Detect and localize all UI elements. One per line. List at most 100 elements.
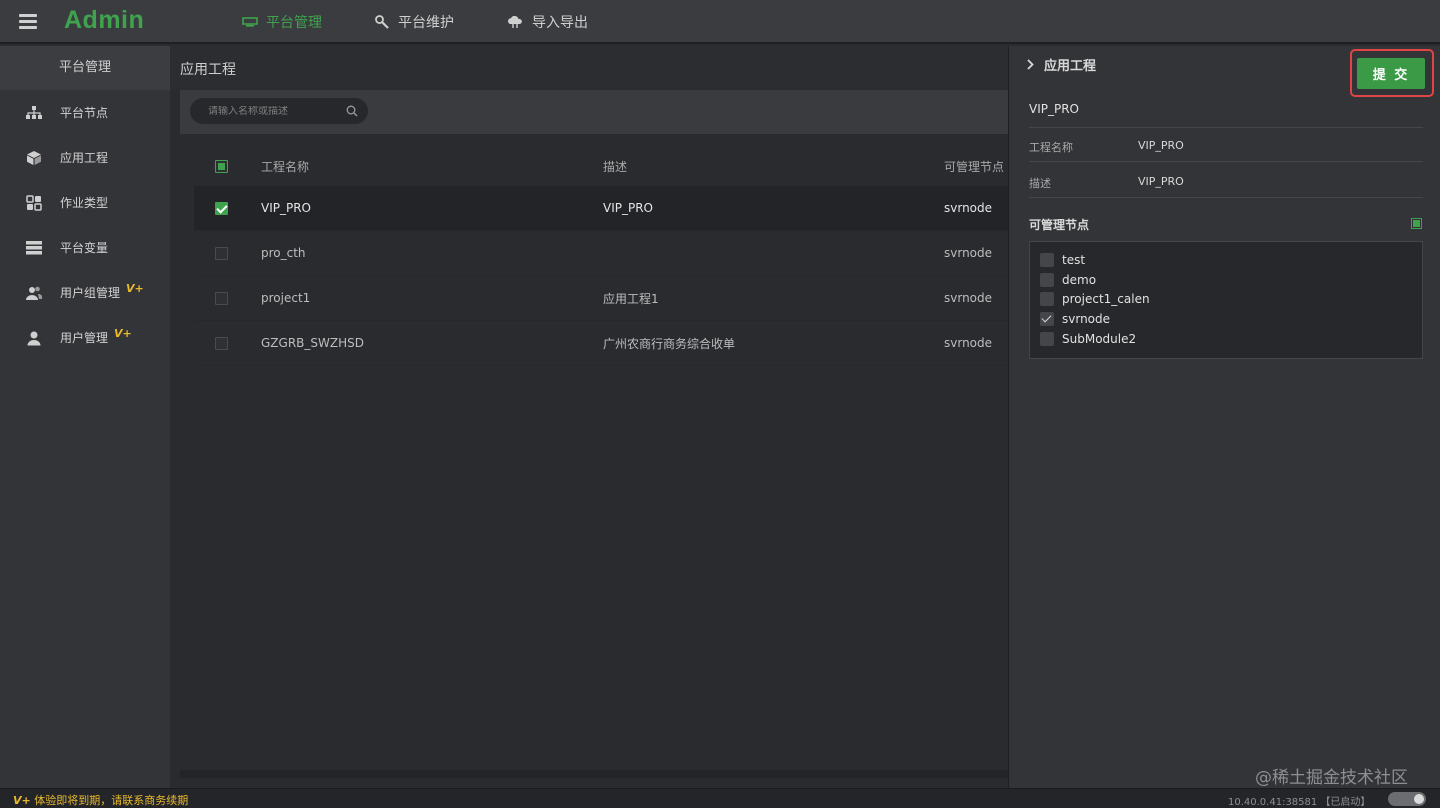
chevron-right-icon[interactable] — [1027, 59, 1034, 70]
main-title-bar: 应用工程 — [170, 46, 1008, 90]
horizontal-scrollbar[interactable] — [180, 770, 1008, 778]
node-checkbox[interactable] — [1040, 272, 1054, 287]
table-header: 工程名称 描述 可管理节点 — [194, 146, 1008, 186]
app-logo: Admin — [64, 6, 145, 34]
column-header-desc[interactable]: 描述 — [590, 158, 932, 175]
topnav-label: 平台维护 — [398, 15, 454, 31]
topnav-label: 导入导出 — [532, 15, 588, 31]
server-stack-icon — [26, 240, 42, 254]
topnav-platform-maintenance[interactable]: 平台维护 — [374, 0, 454, 44]
sidebar-header: 平台管理 — [0, 46, 170, 90]
column-header-name[interactable]: 工程名称 — [248, 158, 590, 175]
row-name: GZGRB_SWZHSD — [261, 336, 364, 350]
row-node: svrnode — [944, 201, 993, 215]
sidebar-item-users[interactable]: 用户管理 V+ — [0, 315, 170, 360]
row-node: svrnode — [944, 246, 993, 260]
sidebar-item-platform-variables[interactable]: 平台变量 — [0, 225, 170, 270]
select-all-checkbox[interactable] — [214, 159, 228, 173]
sidebar-item-job-types[interactable]: 作业类型 — [0, 180, 170, 225]
expiry-warning: V+ 体验即将到期，请联系商务续期 — [13, 792, 188, 808]
page-title: 应用工程 — [180, 62, 236, 78]
table-row[interactable]: GZGRB_SWZHSD 广州农商行商务综合收单 svrnode — [194, 321, 1008, 366]
projects-table: 工程名称 描述 可管理节点 VIP_PRO VIP_PRO svrnode pr… — [194, 146, 1008, 366]
sidebar-item-label: 用户管理 — [60, 331, 109, 345]
row-name: pro_cth — [261, 246, 306, 260]
panel-project-name: VIP_PRO — [1029, 102, 1080, 116]
main-content: 应用工程 工程名称 描述 可管理节点 VIP_PRO VIP_PRO svrno… — [170, 46, 1008, 788]
row-checkbox[interactable] — [214, 336, 228, 350]
node-option-svrnode[interactable]: svrnode — [1030, 309, 1422, 329]
sidebar-item-label: 应用工程 — [60, 151, 109, 165]
node-label: svrnode — [1062, 312, 1111, 327]
sidebar-item-app-projects[interactable]: 应用工程 — [0, 135, 170, 180]
row-checkbox[interactable] — [214, 201, 228, 215]
server-address: 10.40.0.41:38581 【已启动】 — [1228, 797, 1371, 808]
node-checkbox[interactable] — [1040, 292, 1054, 307]
node-tree-icon — [26, 105, 42, 119]
user-icon — [27, 331, 41, 345]
search-input[interactable] — [208, 105, 338, 117]
vplus-badge: V+ — [13, 794, 31, 807]
panel-header[interactable]: 应用工程 — [1027, 55, 1096, 74]
row-desc: VIP_PRO — [603, 201, 654, 215]
top-nav: 平台管理 平台维护 导入导出 — [242, 0, 640, 44]
column-header-node[interactable]: 可管理节点 — [932, 158, 1008, 175]
node-checkbox[interactable] — [1040, 332, 1054, 347]
table-row[interactable]: project1 应用工程1 svrnode — [194, 276, 1008, 321]
panel-title: 应用工程 — [1044, 59, 1097, 74]
sidebar-item-user-groups[interactable]: 用户组管理 V+ — [0, 270, 170, 315]
submit-button[interactable]: 提 交 — [1357, 58, 1425, 89]
topnav-import-export[interactable]: 导入导出 — [506, 0, 588, 44]
node-option-demo[interactable]: demo — [1030, 270, 1422, 290]
search-toolbar — [180, 90, 1008, 134]
row-name: project1 — [261, 291, 311, 305]
search-icon[interactable] — [346, 105, 358, 117]
node-checkbox[interactable] — [1040, 312, 1054, 327]
topnav-platform-management[interactable]: 平台管理 — [242, 0, 322, 44]
watermark: @稀土掘金技术社区 — [1255, 768, 1408, 788]
row-checkbox[interactable] — [214, 246, 228, 260]
node-label: project1_calen — [1062, 292, 1150, 307]
node-label: test — [1062, 252, 1086, 267]
sidebar-item-label: 作业类型 — [60, 196, 109, 210]
field-label-desc: 描述 — [1029, 177, 1051, 190]
node-option-test[interactable]: test — [1030, 250, 1422, 270]
divider — [1029, 197, 1423, 198]
field-value-desc[interactable]: VIP_PRO — [1138, 175, 1184, 188]
row-name: VIP_PRO — [261, 201, 312, 215]
wrench-icon — [375, 15, 389, 29]
row-checkbox[interactable] — [214, 291, 228, 305]
sidebar-item-label: 用户组管理 — [60, 286, 121, 300]
node-checkbox[interactable] — [1040, 252, 1054, 267]
monitor-icon — [242, 17, 258, 27]
expiry-warning-text: 体验即将到期，请联系商务续期 — [30, 794, 189, 807]
sidebar-item-platform-nodes[interactable]: 平台节点 — [0, 90, 170, 135]
table-row[interactable]: pro_cth svrnode — [194, 231, 1008, 276]
search-box — [190, 98, 368, 124]
sidebar-item-label: 平台变量 — [60, 241, 109, 255]
field-value-name[interactable]: VIP_PRO — [1138, 139, 1184, 152]
cube-icon — [27, 150, 41, 165]
status-bar: V+ 体验即将到期，请联系商务续期 10.40.0.41:38581 【已启动】 — [0, 788, 1440, 808]
nodes-select-all-checkbox[interactable] — [1411, 218, 1422, 229]
cloud-transfer-icon — [508, 15, 522, 28]
topnav-label: 平台管理 — [266, 15, 322, 31]
divider — [1029, 127, 1423, 128]
node-label: demo — [1062, 272, 1097, 287]
detail-panel: 应用工程 提 交 VIP_PRO 工程名称 VIP_PRO 描述 VIP_PRO… — [1008, 46, 1440, 788]
divider — [1029, 161, 1423, 162]
server-toggle[interactable] — [1388, 792, 1426, 806]
node-checklist: test demo project1_calen svrnode SubModu… — [1029, 241, 1423, 359]
row-desc: 广州农商行商务综合收单 — [603, 336, 736, 351]
sidebar-item-label: 平台节点 — [60, 106, 109, 120]
top-bar: Admin 平台管理 平台维护 导入导出 — [0, 0, 1440, 44]
vplus-badge: V+ — [114, 327, 132, 340]
nodes-section-title: 可管理节点 — [1029, 218, 1090, 232]
node-option-submodule2[interactable]: SubModule2 — [1030, 329, 1422, 349]
user-group-icon — [26, 286, 42, 300]
menu-icon[interactable] — [19, 14, 37, 29]
row-node: svrnode — [944, 291, 993, 305]
table-row[interactable]: VIP_PRO VIP_PRO svrnode — [194, 186, 1008, 231]
node-option-project1-calen[interactable]: project1_calen — [1030, 290, 1422, 310]
submit-highlight: 提 交 — [1350, 49, 1434, 97]
